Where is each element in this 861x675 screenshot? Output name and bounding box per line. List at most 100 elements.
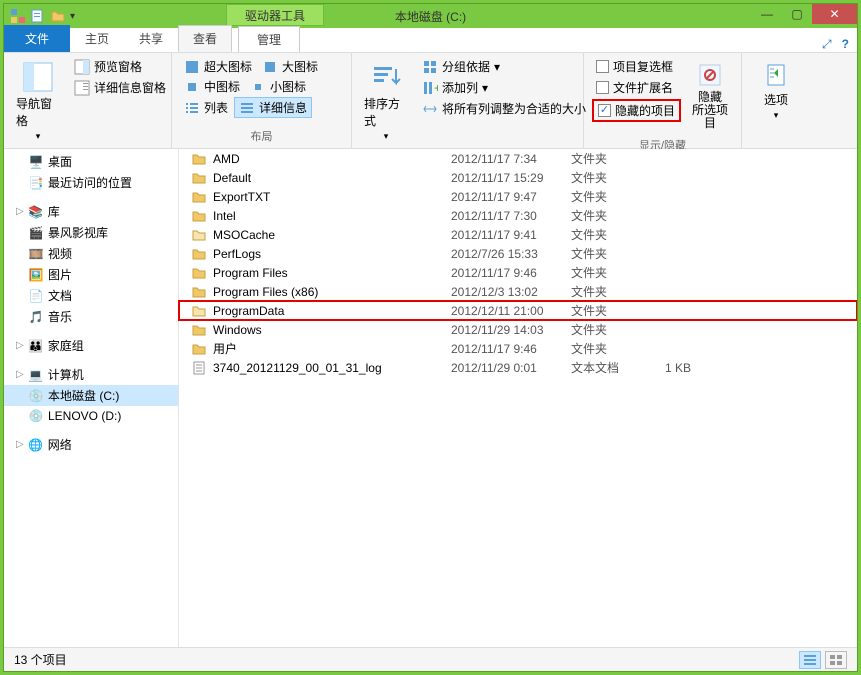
ribbon-tabs: 文件 主页 共享 查看 管理 ⤢ ? xyxy=(4,28,857,53)
preview-pane-button[interactable]: 预览窗格 xyxy=(70,57,170,76)
file-type: 文件夹 xyxy=(571,207,651,224)
minimize-button[interactable]: — xyxy=(752,4,782,24)
layout-medium[interactable]: 中图标 xyxy=(180,77,244,96)
size-columns-button[interactable]: 将所有列调整为合适的大小 xyxy=(418,99,590,118)
nav-recent[interactable]: 📑最近访问的位置 xyxy=(4,172,178,193)
file-date: 2012/12/3 13:02 xyxy=(451,285,571,299)
view-thumbnails-button[interactable] xyxy=(825,651,847,669)
file-list[interactable]: AMD2012/11/17 7:34文件夹Default2012/11/17 1… xyxy=(179,149,857,647)
nav-lib-item[interactable]: 📄文档 xyxy=(4,285,178,306)
nav-lib-item[interactable]: 🎬暴风影视库 xyxy=(4,222,178,243)
content-area: 🖥️桌面 📑最近访问的位置 ▷📚库 🎬暴风影视库 🎞️视频 🖼️图片 📄文档 🎵… xyxy=(4,149,857,647)
options-button[interactable]: 选项 ▾ xyxy=(750,57,802,125)
file-date: 2012/11/17 9:47 xyxy=(451,190,571,204)
file-type: 文件夹 xyxy=(571,188,651,205)
file-name: ExportTXT xyxy=(213,190,270,204)
nav-lib-item[interactable]: 🖼️图片 xyxy=(4,264,178,285)
file-type: 文件夹 xyxy=(571,226,651,243)
file-row[interactable]: AMD 2012/11/17 7:34文件夹 xyxy=(179,149,857,168)
file-date: 2012/11/17 7:34 xyxy=(451,152,571,166)
file-row[interactable]: Program Files2012/11/17 9:46文件夹 xyxy=(179,263,857,282)
nav-lib-item[interactable]: 🎞️视频 xyxy=(4,243,178,264)
tab-share[interactable]: 共享 xyxy=(124,25,178,52)
file-name: Program Files (x86) xyxy=(213,285,318,299)
details-pane-button[interactable]: 详细信息窗格 xyxy=(70,78,170,97)
qat-newfolder-icon[interactable] xyxy=(50,8,66,24)
nav-libraries[interactable]: ▷📚库 xyxy=(4,201,178,222)
file-type: 文件夹 xyxy=(571,169,651,186)
file-type: 文件夹 xyxy=(571,283,651,300)
svg-text:+: + xyxy=(434,81,438,95)
qat-dropdown-icon[interactable]: ▾ xyxy=(70,11,75,22)
file-row[interactable]: MSOCache2012/11/17 9:41文件夹 xyxy=(179,225,857,244)
tab-manage[interactable]: 管理 xyxy=(238,26,300,52)
file-name: Intel xyxy=(213,209,236,223)
status-bar: 13 个项目 xyxy=(4,647,857,671)
folder-icon xyxy=(191,208,207,224)
drive-tools-tab[interactable]: 驱动器工具 xyxy=(226,4,324,26)
file-name: Default xyxy=(213,171,251,185)
file-extensions-toggle[interactable]: 文件扩展名 xyxy=(592,78,681,97)
nav-network[interactable]: ▷🌐网络 xyxy=(4,434,178,455)
file-row[interactable]: 3740_20121129_00_01_31_log2012/11/29 0:0… xyxy=(179,358,857,377)
close-button[interactable]: ✕ xyxy=(812,4,857,24)
file-row[interactable]: Windows2012/11/29 14:03文件夹 xyxy=(179,320,857,339)
group-by-button[interactable]: 分组依据 ▾ xyxy=(418,57,590,76)
ribbon-group-layout: 布局 xyxy=(180,126,343,144)
maximize-button[interactable]: ▢ xyxy=(782,4,812,24)
file-row[interactable]: 用户2012/11/17 9:46文件夹 xyxy=(179,339,857,358)
hide-selected-button[interactable]: 隐藏所选项目 xyxy=(687,57,733,135)
file-date: 2012/11/29 14:03 xyxy=(451,323,571,337)
details-pane-icon xyxy=(74,80,90,96)
folder-icon xyxy=(191,151,207,167)
nav-lib-item[interactable]: 🎵音乐 xyxy=(4,306,178,327)
navigation-tree[interactable]: 🖥️桌面 📑最近访问的位置 ▷📚库 🎬暴风影视库 🎞️视频 🖼️图片 📄文档 🎵… xyxy=(4,149,179,647)
item-checkboxes-toggle[interactable]: 项目复选框 xyxy=(592,57,681,76)
nav-pane-icon xyxy=(22,61,54,93)
file-size: 1 KB xyxy=(651,361,711,375)
file-date: 2012/11/17 7:30 xyxy=(451,209,571,223)
file-type: 文件夹 xyxy=(571,150,651,167)
tab-file[interactable]: 文件 xyxy=(4,25,70,52)
file-row[interactable]: Program Files (x86) 2012/12/3 13:02文件夹 xyxy=(179,282,857,301)
tab-view[interactable]: 查看 xyxy=(178,25,232,52)
file-row[interactable]: Default2012/11/17 15:29文件夹 xyxy=(179,168,857,187)
file-row[interactable]: Intel 2012/11/17 7:30文件夹 xyxy=(179,206,857,225)
folder-icon xyxy=(191,246,207,262)
layout-large[interactable]: 大图标 xyxy=(258,57,322,76)
app-icon xyxy=(10,8,26,24)
nav-computer[interactable]: ▷💻计算机 xyxy=(4,364,178,385)
nav-homegroup[interactable]: ▷👪家庭组 xyxy=(4,335,178,356)
nav-drive-d[interactable]: 💿LENOVO (D:) xyxy=(4,406,178,426)
file-row[interactable]: ExportTXT 2012/11/17 9:47文件夹 xyxy=(179,187,857,206)
file-row[interactable]: PerfLogs2012/7/26 15:33文件夹 xyxy=(179,244,857,263)
add-columns-button[interactable]: +添加列 ▾ xyxy=(418,78,590,97)
layout-list[interactable]: 列表 xyxy=(180,97,232,118)
folder-icon xyxy=(191,170,207,186)
text-file-icon xyxy=(191,360,207,376)
file-name: AMD xyxy=(213,152,240,166)
file-name: 3740_20121129_00_01_31_log xyxy=(213,361,382,375)
sort-by-button[interactable]: 排序方式 ▾ xyxy=(360,57,412,146)
tab-home[interactable]: 主页 xyxy=(70,25,124,52)
folder-icon xyxy=(191,341,207,357)
file-row[interactable]: ProgramData2012/12/11 21:00文件夹 xyxy=(179,301,857,320)
hidden-items-toggle[interactable]: 隐藏的项目 xyxy=(592,99,681,122)
nav-drive-c[interactable]: 💿本地磁盘 (C:) xyxy=(4,385,178,406)
layout-small[interactable]: 小图标 xyxy=(246,77,310,96)
options-icon xyxy=(762,61,790,89)
nav-pane-button[interactable]: 导航窗格 ▾ xyxy=(12,57,64,146)
file-type: 文件夹 xyxy=(571,264,651,281)
view-details-button[interactable] xyxy=(799,651,821,669)
file-date: 2012/11/17 9:41 xyxy=(451,228,571,242)
minimize-ribbon-icon[interactable]: ⤢ xyxy=(822,37,832,52)
nav-desktop[interactable]: 🖥️桌面 xyxy=(4,151,178,172)
layout-extra-large[interactable]: 超大图标 xyxy=(180,57,256,76)
file-type: 文件夹 xyxy=(571,321,651,338)
folder-icon xyxy=(191,265,207,281)
layout-details[interactable]: 详细信息 xyxy=(234,97,312,118)
explorer-window: ▾ 驱动器工具 本地磁盘 (C:) — ▢ ✕ 文件 主页 共享 查看 管理 ⤢… xyxy=(3,3,858,672)
file-type: 文件夹 xyxy=(571,302,651,319)
help-icon[interactable]: ? xyxy=(842,37,849,52)
qat-properties-icon[interactable] xyxy=(30,8,46,24)
